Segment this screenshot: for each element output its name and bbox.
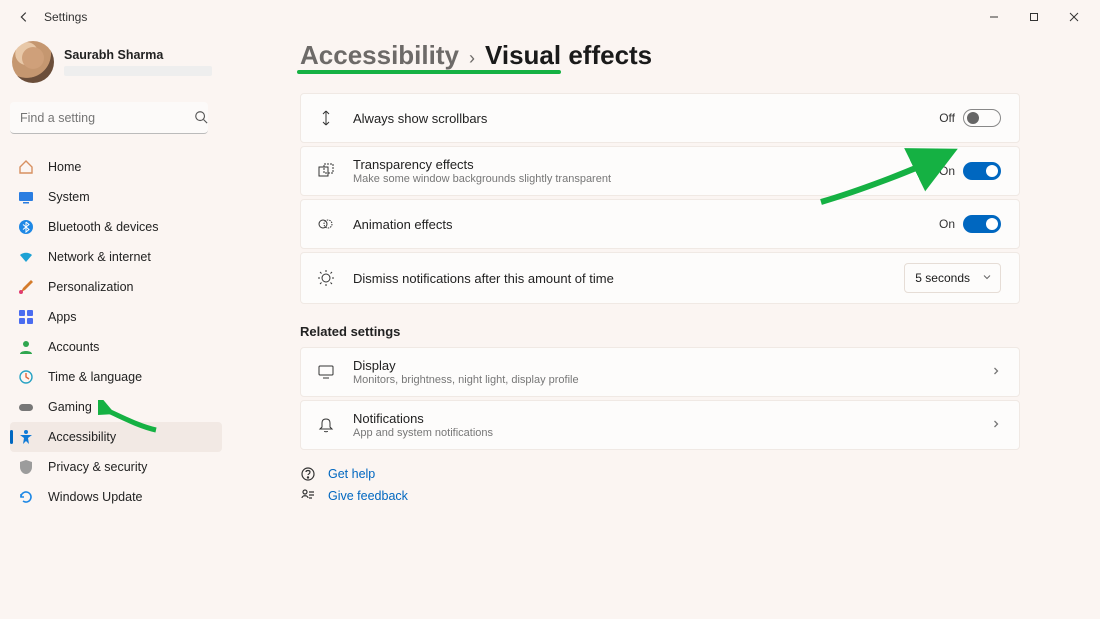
apps-icon xyxy=(18,309,34,325)
nav-label: Apps xyxy=(48,310,77,324)
related-subtitle: App and system notifications xyxy=(353,427,991,439)
brush-icon xyxy=(18,279,34,295)
help-icon xyxy=(300,466,316,482)
chevron-right-icon xyxy=(991,363,1001,381)
feedback-icon xyxy=(300,488,316,504)
get-help-row: Get help xyxy=(300,466,1020,482)
animation-toggle[interactable] xyxy=(963,215,1001,233)
avatar xyxy=(12,41,54,83)
breadcrumb: Accessibility › Visual effects xyxy=(300,40,1020,71)
get-help-link[interactable]: Get help xyxy=(328,467,375,481)
nav-label: Home xyxy=(48,160,81,174)
setting-transparency[interactable]: Transparency effects Make some window ba… xyxy=(300,146,1020,196)
home-icon xyxy=(18,159,34,175)
related-title: Display xyxy=(353,358,991,373)
nav-label: Accounts xyxy=(48,340,99,354)
nav-apps[interactable]: Apps xyxy=(10,302,222,332)
display-icon xyxy=(315,361,337,383)
chevron-down-icon xyxy=(982,271,992,285)
related-subtitle: Monitors, brightness, night light, displ… xyxy=(353,374,991,386)
nav-time-language[interactable]: Time & language xyxy=(10,362,222,392)
user-name: Saurabh Sharma xyxy=(64,48,212,62)
accessibility-icon xyxy=(18,429,34,445)
related-title: Notifications xyxy=(353,411,991,426)
setting-scrollbars[interactable]: Always show scrollbars Off xyxy=(300,93,1020,143)
toggle-label: On xyxy=(939,217,955,231)
nav-list: Home System Bluetooth & devices Network … xyxy=(10,152,222,512)
window-title: Settings xyxy=(44,10,87,24)
dismiss-icon xyxy=(315,267,337,289)
scrollbars-toggle[interactable] xyxy=(963,109,1001,127)
nav-label: Bluetooth & devices xyxy=(48,220,159,234)
animation-icon xyxy=(315,213,337,235)
nav-label: Personalization xyxy=(48,280,133,294)
window-controls xyxy=(974,3,1094,31)
breadcrumb-sep: › xyxy=(469,48,475,69)
nav-windows-update[interactable]: Windows Update xyxy=(10,482,222,512)
back-button[interactable] xyxy=(10,3,38,31)
page-title: Visual effects xyxy=(485,40,652,71)
setting-title: Animation effects xyxy=(353,217,939,232)
main-content: Accessibility › Visual effects Always sh… xyxy=(300,40,1020,504)
setting-title: Always show scrollbars xyxy=(353,111,939,126)
related-display[interactable]: Display Monitors, brightness, night ligh… xyxy=(300,347,1020,397)
transparency-icon xyxy=(315,160,337,182)
setting-animation[interactable]: Animation effects On xyxy=(300,199,1020,249)
setting-subtitle: Make some window backgrounds slightly tr… xyxy=(353,173,939,185)
search-icon xyxy=(194,110,208,129)
search-wrapper xyxy=(10,102,222,134)
profile-block[interactable]: Saurabh Sharma xyxy=(10,40,222,84)
clock-icon xyxy=(18,369,34,385)
nav-label: Windows Update xyxy=(48,490,143,504)
nav-system[interactable]: System xyxy=(10,182,222,212)
transparency-toggle[interactable] xyxy=(963,162,1001,180)
nav-privacy[interactable]: Privacy & security xyxy=(10,452,222,482)
nav-network[interactable]: Network & internet xyxy=(10,242,222,272)
search-input[interactable] xyxy=(10,102,208,134)
maximize-button[interactable] xyxy=(1014,3,1054,31)
nav-label: Accessibility xyxy=(48,430,116,444)
minimize-button[interactable] xyxy=(974,3,1014,31)
titlebar: Settings xyxy=(0,0,1100,34)
toggle-label: On xyxy=(939,164,955,178)
setting-title: Dismiss notifications after this amount … xyxy=(353,271,904,286)
nav-bluetooth[interactable]: Bluetooth & devices xyxy=(10,212,222,242)
person-icon xyxy=(18,339,34,355)
setting-title: Transparency effects xyxy=(353,157,939,172)
related-notifications[interactable]: Notifications App and system notificatio… xyxy=(300,400,1020,450)
sidebar: Saurabh Sharma Home System Bluetooth & d… xyxy=(10,40,222,512)
nav-label: Time & language xyxy=(48,370,142,384)
nav-personalization[interactable]: Personalization xyxy=(10,272,222,302)
toggle-label: Off xyxy=(939,111,955,125)
nav-label: Privacy & security xyxy=(48,460,147,474)
give-feedback-link[interactable]: Give feedback xyxy=(328,489,408,503)
dismiss-dropdown[interactable]: 5 seconds xyxy=(904,263,1001,293)
user-email-placeholder xyxy=(64,66,212,76)
nav-accessibility[interactable]: Accessibility xyxy=(10,422,222,452)
shield-icon xyxy=(18,459,34,475)
nav-gaming[interactable]: Gaming xyxy=(10,392,222,422)
nav-label: Network & internet xyxy=(48,250,151,264)
related-settings-heading: Related settings xyxy=(300,324,1020,339)
scrollbars-icon xyxy=(315,107,337,129)
bluetooth-icon xyxy=(18,219,34,235)
wifi-icon xyxy=(18,249,34,265)
nav-home[interactable]: Home xyxy=(10,152,222,182)
update-icon xyxy=(18,489,34,505)
gamepad-icon xyxy=(18,399,34,415)
close-button[interactable] xyxy=(1054,3,1094,31)
nav-label: Gaming xyxy=(48,400,92,414)
nav-label: System xyxy=(48,190,90,204)
setting-dismiss-notifications[interactable]: Dismiss notifications after this amount … xyxy=(300,252,1020,304)
system-icon xyxy=(18,189,34,205)
annotation-underline xyxy=(297,70,561,74)
bell-icon xyxy=(315,414,337,436)
dropdown-value: 5 seconds xyxy=(915,271,970,285)
nav-accounts[interactable]: Accounts xyxy=(10,332,222,362)
give-feedback-row: Give feedback xyxy=(300,488,1020,504)
chevron-right-icon xyxy=(991,416,1001,434)
breadcrumb-parent[interactable]: Accessibility xyxy=(300,40,459,71)
